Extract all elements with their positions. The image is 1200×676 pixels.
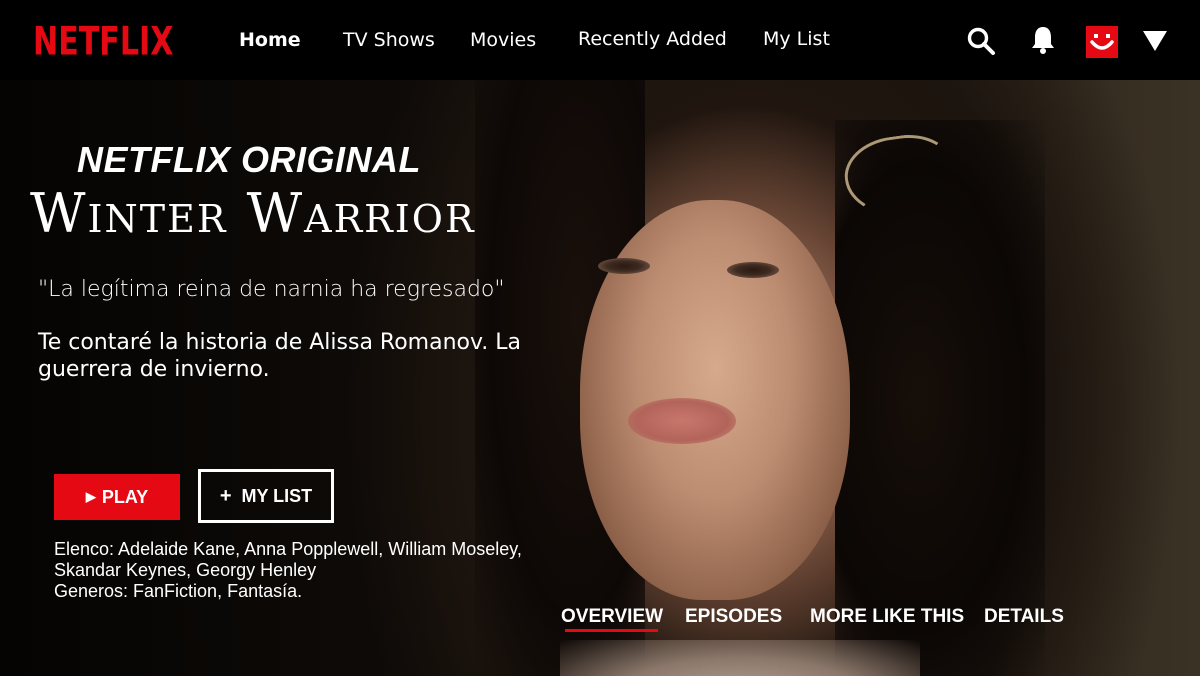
nav-my-list[interactable]: My List [763,28,830,50]
hero-eye-left [598,258,650,274]
show-title: Winter Warrior [30,182,476,245]
bell-icon[interactable] [1030,25,1056,60]
nav-tv-shows[interactable]: TV Shows [343,29,435,51]
play-button-label: PLAY [101,486,149,507]
show-metadata: Elenco: Adelaide Kane, Anna Popplewell, … [54,539,534,602]
caret-down-icon[interactable] [1142,30,1168,57]
top-nav: NETFLIX Home TV Shows Movies Recently Ad… [0,0,1200,80]
hero-eye-right [727,262,779,278]
tab-overview[interactable]: OVERVIEW [561,606,663,628]
play-button[interactable]: ▶ PLAY [54,474,180,520]
netflix-logo[interactable]: NETFLIX [33,20,173,65]
nav-recently-added[interactable]: Recently Added [578,28,727,50]
my-list-button-label: MY LIST [241,485,313,506]
search-icon[interactable] [966,26,996,61]
genre-list: Generos: FanFiction, Fantasía. [54,581,303,601]
plus-icon: + [219,484,232,507]
netflix-original-badge: NETFLIX ORIGINAL [77,139,421,180]
hero-lips [628,398,736,444]
active-tab-indicator [565,629,658,632]
tab-more-like-this[interactable]: MORE LIKE THIS [810,606,964,628]
avatar[interactable] [1086,26,1118,63]
show-synopsis: Te contaré la historia de Alissa Romanov… [38,330,522,382]
play-icon: ▶ [85,489,96,504]
cast-list: Elenco: Adelaide Kane, Anna Popplewell, … [54,539,522,580]
nav-movies[interactable]: Movies [470,29,536,51]
tab-details[interactable]: DETAILS [984,606,1064,628]
tab-episodes[interactable]: EPISODES [685,606,782,628]
show-tagline: "La legítima reina de narnia ha regresad… [38,277,505,302]
nav-home[interactable]: Home [239,29,301,51]
hero-dress [560,640,920,676]
add-to-my-list-button[interactable]: + MY LIST [198,469,334,523]
